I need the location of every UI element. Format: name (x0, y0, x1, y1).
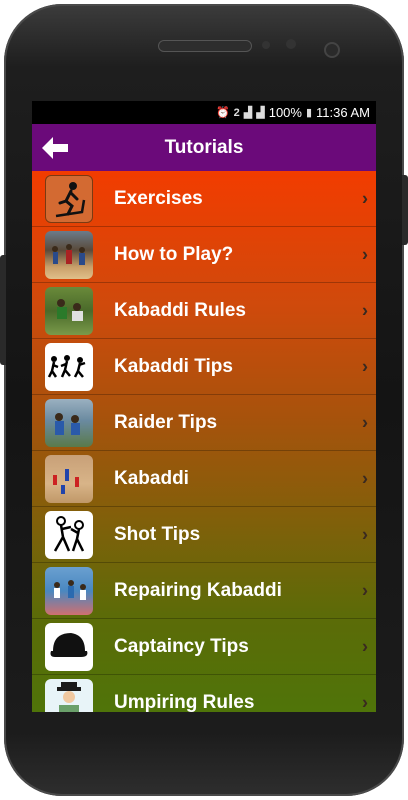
chevron-right-icon: › (362, 300, 368, 320)
chevron-right-icon: › (362, 636, 368, 656)
battery-icon: ▮ (305, 107, 313, 119)
tutorial-list: Exercises › How to Play? › Kabaddi Rules… (32, 171, 376, 712)
list-item-label: Exercises (114, 187, 203, 209)
photo-thumbnail (45, 230, 93, 279)
status-bar: ⏰ 2 ▟ ▟ 100% ▮ 11:36 AM (32, 101, 376, 124)
list-item-label: Kabaddi (114, 467, 189, 489)
umpire-icon (45, 678, 93, 712)
battery-percent: 100% (268, 105, 302, 120)
page-title: Tutorials (164, 136, 244, 158)
chevron-right-icon: › (362, 244, 368, 264)
earpiece-speaker (158, 40, 252, 52)
sketch-icon (45, 510, 93, 559)
front-camera (324, 42, 340, 58)
chevron-right-icon: › (362, 580, 368, 600)
chevron-right-icon: › (362, 692, 368, 712)
list-item[interactable]: Exercises › (32, 171, 376, 227)
list-item-label: Kabaddi Tips (114, 355, 233, 377)
list-item[interactable]: Repairing Kabaddi › (32, 563, 376, 619)
front-sensor (286, 39, 296, 49)
photo-thumbnail (45, 566, 93, 615)
proximity-sensor (262, 41, 270, 49)
list-item[interactable]: Raider Tips › (32, 395, 376, 451)
silhouette-icon (45, 342, 93, 391)
treadmill-icon (45, 174, 93, 223)
power-button (402, 175, 408, 245)
chevron-right-icon: › (362, 188, 368, 208)
back-arrow-icon (42, 136, 68, 159)
signal-icon-2: ▟ (256, 107, 265, 119)
list-item[interactable]: Captaincy Tips › (32, 619, 376, 675)
chevron-right-icon: › (362, 412, 368, 432)
list-item-label: How to Play? (114, 243, 234, 265)
sim-icon: 2 (233, 106, 240, 119)
cap-icon (45, 622, 93, 671)
list-item[interactable]: Kabaddi Tips › (32, 339, 376, 395)
list-item[interactable]: Shot Tips › (32, 507, 376, 563)
list-item-label: Captaincy Tips (114, 635, 249, 657)
list-item-label: Shot Tips (114, 523, 201, 545)
photo-thumbnail (45, 286, 93, 335)
app-bar: Tutorials (32, 124, 376, 171)
chevron-right-icon: › (362, 524, 368, 544)
list-item-label: Repairing Kabaddi (114, 579, 282, 601)
list-item[interactable]: Kabaddi Rules › (32, 283, 376, 339)
clock: 11:36 AM (316, 105, 370, 120)
list-item-label: Kabaddi Rules (114, 299, 246, 321)
list-item[interactable]: Umpiring Rules › (32, 675, 376, 712)
signal-icon: ▟ (243, 107, 253, 119)
chevron-right-icon: › (362, 468, 368, 488)
screen: ⏰ 2 ▟ ▟ 100% ▮ 11:36 AM Tutorials Exerci… (32, 101, 376, 712)
volume-button (0, 255, 6, 365)
photo-thumbnail (45, 454, 93, 503)
chevron-right-icon: › (362, 356, 368, 376)
photo-thumbnail (45, 398, 93, 447)
list-item-label: Umpiring Rules (114, 691, 255, 713)
list-item[interactable]: Kabaddi › (32, 451, 376, 507)
back-button[interactable] (32, 124, 78, 171)
list-item-label: Raider Tips (114, 411, 218, 433)
list-item[interactable]: How to Play? › (32, 227, 376, 283)
alarm-icon: ⏰ (215, 107, 230, 119)
